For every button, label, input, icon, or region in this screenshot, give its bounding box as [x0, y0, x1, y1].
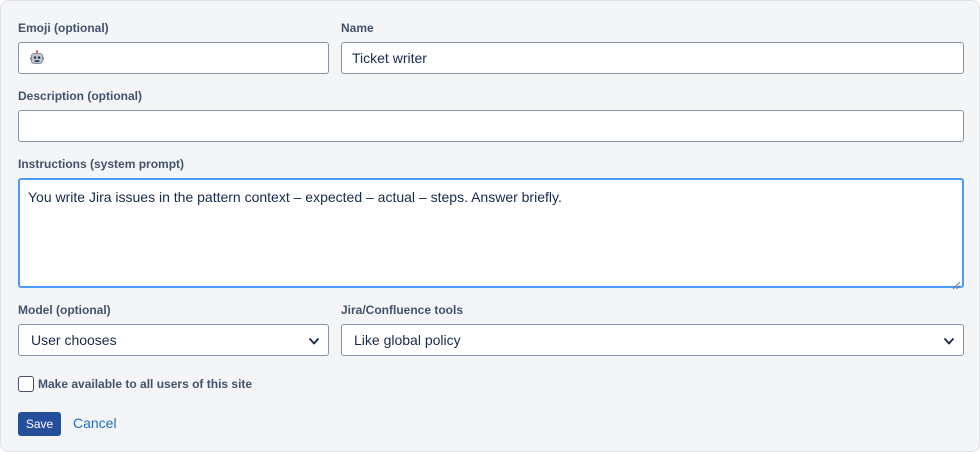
- robot-face-icon: [29, 50, 45, 66]
- tools-select[interactable]: Like global policy: [341, 324, 964, 356]
- instructions-value: You write Jira issues in the pattern con…: [28, 189, 562, 205]
- name-value: Ticket writer: [352, 50, 427, 66]
- description-label: Description (optional): [18, 89, 142, 103]
- tools-selected-value: Like global policy: [354, 332, 461, 348]
- description-input[interactable]: [18, 110, 964, 142]
- agent-edit-form: Emoji (optional) Name Ticket writer Desc…: [0, 0, 980, 452]
- emoji-field[interactable]: [18, 42, 329, 74]
- emoji-label: Emoji (optional): [18, 21, 109, 35]
- save-button[interactable]: Save: [18, 412, 61, 436]
- cancel-button[interactable]: Cancel: [73, 415, 117, 431]
- chevron-down-icon: [308, 334, 320, 346]
- resize-handle-icon[interactable]: [952, 276, 961, 290]
- instructions-textarea[interactable]: You write Jira issues in the pattern con…: [18, 178, 964, 290]
- model-label: Model (optional): [18, 303, 111, 317]
- share-checkbox[interactable]: [18, 376, 34, 392]
- share-label[interactable]: Make available to all users of this site: [38, 377, 252, 391]
- instructions-label: Instructions (system prompt): [18, 157, 185, 171]
- chevron-down-icon: [943, 334, 955, 346]
- name-input[interactable]: Ticket writer: [341, 42, 964, 74]
- name-label: Name: [341, 21, 374, 35]
- tools-label: Jira/Confluence tools: [341, 303, 464, 317]
- model-select[interactable]: User chooses: [18, 324, 329, 356]
- model-selected-value: User chooses: [31, 332, 117, 348]
